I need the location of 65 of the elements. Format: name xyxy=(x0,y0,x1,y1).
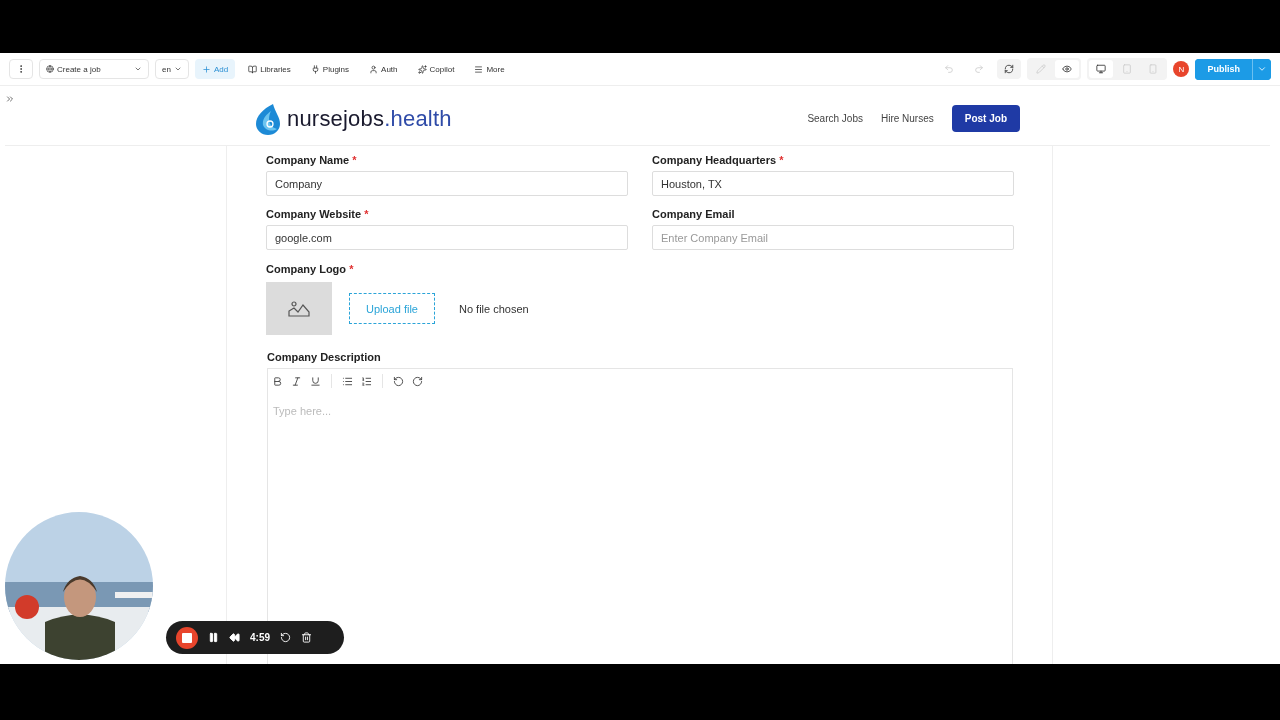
stop-button[interactable] xyxy=(176,626,198,649)
toolbar-button[interactable]: More xyxy=(467,59,512,79)
field-label: Company Description xyxy=(267,351,382,363)
book-icon xyxy=(248,64,258,74)
post-job-button[interactable]: Post Job xyxy=(951,105,1020,132)
text-field[interactable]: Houston, TX xyxy=(652,171,1014,196)
editor-placeholder: Type here... xyxy=(272,404,333,419)
language-select[interactable]: en xyxy=(155,59,189,79)
required-mark: * xyxy=(351,154,357,166)
toolbar-button[interactable]: Copilot xyxy=(410,59,462,79)
nav-link[interactable]: Search Jobs xyxy=(807,113,863,124)
monitor-icon xyxy=(1096,64,1107,74)
monitor-button[interactable] xyxy=(1089,60,1114,78)
redo-icon xyxy=(974,64,985,74)
toolbar-button[interactable]: Auth xyxy=(362,59,405,79)
redo-icon[interactable] xyxy=(412,375,423,387)
rewind-icon[interactable] xyxy=(229,632,240,643)
nav-link[interactable]: Hire Nurses xyxy=(880,113,934,124)
undo-icon[interactable] xyxy=(393,375,404,387)
text-field[interactable]: Enter Company Email xyxy=(652,225,1014,250)
eye-button[interactable] xyxy=(1055,60,1080,78)
field-label: Company Website xyxy=(266,208,362,220)
site-logo[interactable]: nursejobs.health xyxy=(287,105,452,132)
tablet-icon xyxy=(1122,64,1133,74)
page-select[interactable]: Create a job xyxy=(39,59,149,79)
refresh-button[interactable] xyxy=(997,59,1022,79)
eye-icon xyxy=(1062,64,1073,74)
field-label: Company Logo xyxy=(266,263,347,275)
plug-icon xyxy=(310,64,320,74)
menu-icon xyxy=(474,64,484,74)
file-status: No file chosen xyxy=(459,302,529,315)
bullet-list-icon[interactable] xyxy=(342,375,353,387)
numbered-list-icon[interactable] xyxy=(361,375,372,387)
refresh-icon xyxy=(1004,64,1015,74)
user-avatar[interactable]: N xyxy=(1173,61,1190,77)
chevron-icon xyxy=(173,65,182,73)
phone-icon xyxy=(1148,64,1159,74)
required-mark: * xyxy=(348,263,354,275)
image-icon xyxy=(288,299,310,318)
bold-icon[interactable] xyxy=(272,375,283,387)
required-mark: * xyxy=(363,208,369,220)
toolbar-button[interactable]: Plugins xyxy=(303,59,357,79)
toolbar-button[interactable]: Libraries xyxy=(241,59,298,79)
field-label: Company Email xyxy=(652,208,735,220)
text-field[interactable]: Company xyxy=(266,171,628,196)
chevron-icon xyxy=(134,65,142,73)
pause-icon[interactable] xyxy=(208,632,219,643)
restart-icon[interactable] xyxy=(280,632,291,643)
chevron-icon xyxy=(1257,64,1267,74)
italic-icon[interactable] xyxy=(291,375,302,387)
globe-icon xyxy=(46,65,54,73)
user-icon xyxy=(369,64,379,74)
undo-icon xyxy=(944,64,955,74)
underline-icon[interactable] xyxy=(310,375,321,387)
plus-icon xyxy=(201,64,211,74)
publish-menu-button[interactable] xyxy=(1252,58,1271,80)
sparkle-icon xyxy=(417,64,427,74)
required-mark: * xyxy=(778,154,784,166)
double-chevron-icon xyxy=(5,94,15,104)
field-label: Company Headquarters xyxy=(652,154,777,166)
field-label: Company Name xyxy=(266,154,350,166)
pencil-icon xyxy=(1036,64,1047,74)
recording-time: 4:59 xyxy=(250,632,270,643)
delete-icon[interactable] xyxy=(301,632,312,643)
text-field[interactable]: google.com xyxy=(266,225,628,250)
